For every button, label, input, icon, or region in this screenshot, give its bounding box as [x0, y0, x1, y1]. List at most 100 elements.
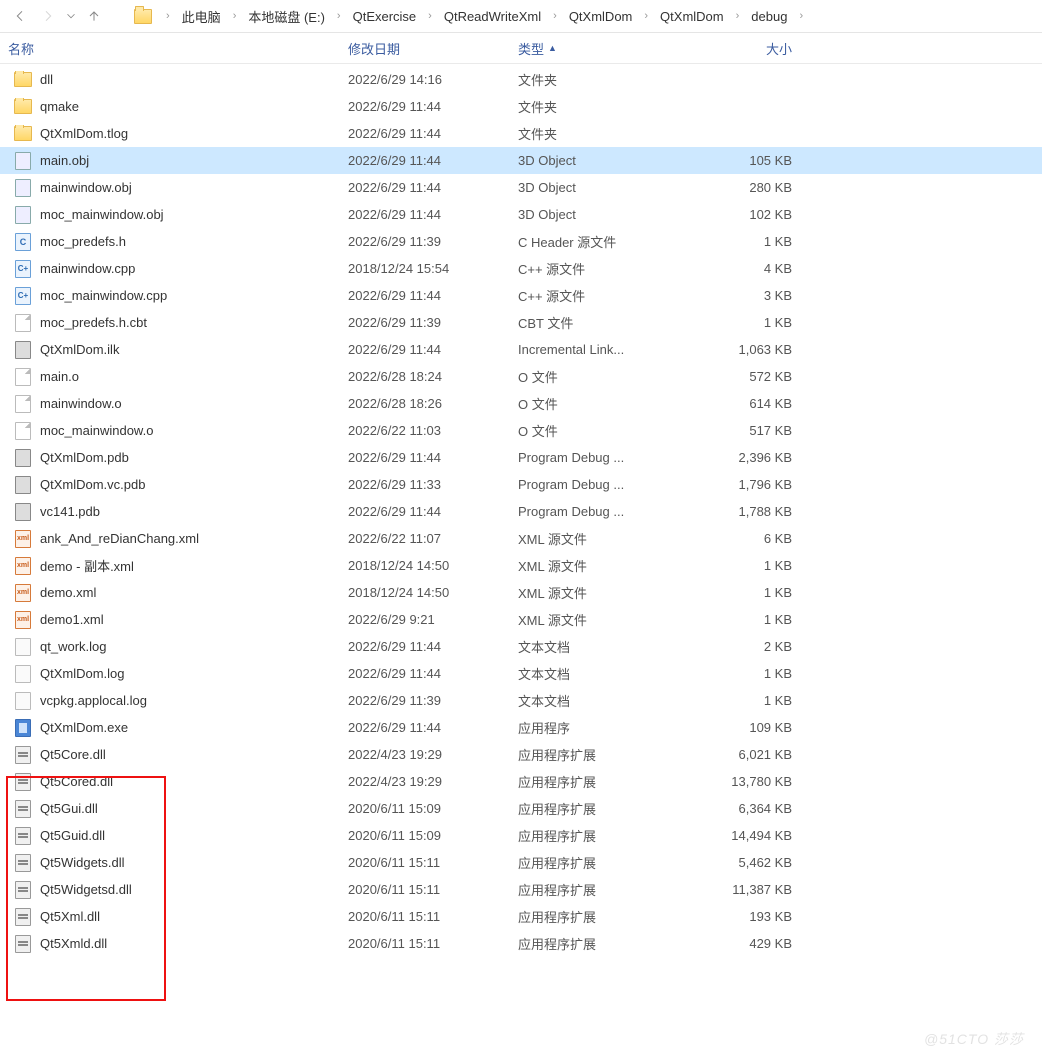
file-date: 2020/6/11 15:09	[340, 801, 510, 816]
file-date: 2022/6/22 11:03	[340, 423, 510, 438]
file-row[interactable]: C+mainwindow.cpp2018/12/24 15:54C++ 源文件4…	[0, 255, 1042, 282]
file-type: 3D Object	[510, 153, 680, 168]
file-date: 2022/6/29 9:21	[340, 612, 510, 627]
file-row[interactable]: main.o2022/6/28 18:24O 文件572 KB	[0, 363, 1042, 390]
file-row[interactable]: Qt5Widgetsd.dll2020/6/11 15:11应用程序扩展11,3…	[0, 876, 1042, 903]
file-row[interactable]: xmldemo - 副本.xml2018/12/24 14:50XML 源文件1…	[0, 552, 1042, 579]
file-type: 应用程序扩展	[510, 907, 680, 926]
header-date[interactable]: 修改日期	[340, 39, 510, 58]
file-name: Qt5Xmld.dll	[40, 936, 107, 951]
up-button[interactable]	[82, 4, 106, 28]
xml-icon: xml	[14, 557, 32, 575]
file-date: 2022/6/29 11:44	[340, 99, 510, 114]
file-name: mainwindow.obj	[40, 180, 132, 195]
watermark: @51CTO 莎莎	[924, 1029, 1024, 1049]
file-date: 2020/6/11 15:11	[340, 909, 510, 924]
file-row[interactable]: QtXmlDom.pdb2022/6/29 11:44Program Debug…	[0, 444, 1042, 471]
header-type[interactable]: 类型▲	[510, 39, 680, 58]
dll-icon	[14, 854, 32, 872]
file-name: mainwindow.o	[40, 396, 122, 411]
file-date: 2022/6/29 11:39	[340, 234, 510, 249]
file-row[interactable]: xmldemo.xml2018/12/24 14:50XML 源文件1 KB	[0, 579, 1042, 606]
file-row[interactable]: mainwindow.obj2022/6/29 11:443D Object28…	[0, 174, 1042, 201]
breadcrumb-segment[interactable]: 本地磁盘 (E:)	[244, 5, 329, 28]
file-row[interactable]: QtXmlDom.tlog2022/6/29 11:44文件夹	[0, 120, 1042, 147]
file-date: 2018/12/24 14:50	[340, 585, 510, 600]
file-row[interactable]: QtXmlDom.vc.pdb2022/6/29 11:33Program De…	[0, 471, 1042, 498]
file-row[interactable]: Qt5Gui.dll2020/6/11 15:09应用程序扩展6,364 KB	[0, 795, 1042, 822]
file-row[interactable]: C+moc_mainwindow.cpp2022/6/29 11:44C++ 源…	[0, 282, 1042, 309]
file-size: 614 KB	[680, 396, 800, 411]
file-row[interactable]: qmake2022/6/29 11:44文件夹	[0, 93, 1042, 120]
pdb-icon	[14, 503, 32, 521]
3d-icon	[14, 206, 32, 224]
forward-button[interactable]	[36, 4, 60, 28]
file-row[interactable]: Qt5Guid.dll2020/6/11 15:09应用程序扩展14,494 K…	[0, 822, 1042, 849]
file-date: 2020/6/11 15:11	[340, 882, 510, 897]
recent-dropdown[interactable]	[64, 4, 78, 28]
breadcrumb-segment[interactable]: QtExercise	[349, 7, 421, 26]
log-icon	[14, 692, 32, 710]
file-row[interactable]: Qt5Widgets.dll2020/6/11 15:11应用程序扩展5,462…	[0, 849, 1042, 876]
file-row[interactable]: Qt5Xml.dll2020/6/11 15:11应用程序扩展193 KB	[0, 903, 1042, 930]
file-row[interactable]: QtXmlDom.log2022/6/29 11:44文本文档1 KB	[0, 660, 1042, 687]
file-date: 2022/4/23 19:29	[340, 747, 510, 762]
file-row[interactable]: vcpkg.applocal.log2022/6/29 11:39文本文档1 K…	[0, 687, 1042, 714]
file-row[interactable]: main.obj2022/6/29 11:443D Object105 KB	[0, 147, 1042, 174]
chevron-right-icon: ›	[227, 10, 243, 22]
file-type: 应用程序扩展	[510, 826, 680, 845]
file-row[interactable]: Qt5Cored.dll2022/4/23 19:29应用程序扩展13,780 …	[0, 768, 1042, 795]
file-row[interactable]: QtXmlDom.ilk2022/6/29 11:44Incremental L…	[0, 336, 1042, 363]
header-name[interactable]: 名称	[0, 39, 340, 58]
file-date: 2022/6/22 11:07	[340, 531, 510, 546]
file-type: 3D Object	[510, 180, 680, 195]
breadcrumb-segment[interactable]: 此电脑	[178, 5, 225, 28]
chevron-right-icon: ›	[331, 10, 347, 22]
file-row[interactable]: QtXmlDom.exe2022/6/29 11:44应用程序109 KB	[0, 714, 1042, 741]
file-size: 4 KB	[680, 261, 800, 276]
3d-icon	[14, 152, 32, 170]
file-date: 2022/6/29 11:44	[340, 180, 510, 195]
breadcrumb-segment[interactable]: QtXmlDom	[656, 7, 728, 26]
file-row[interactable]: moc_mainwindow.o2022/6/22 11:03O 文件517 K…	[0, 417, 1042, 444]
header-size[interactable]: 大小	[680, 39, 800, 58]
file-name: mainwindow.cpp	[40, 261, 135, 276]
file-type: 文件夹	[510, 70, 680, 89]
file-row[interactable]: xmlank_And_reDianChang.xml2022/6/22 11:0…	[0, 525, 1042, 552]
dll-icon	[14, 935, 32, 953]
breadcrumb-segment[interactable]: debug	[747, 7, 791, 26]
file-row[interactable]: Qt5Core.dll2022/4/23 19:29应用程序扩展6,021 KB	[0, 741, 1042, 768]
file-row[interactable]: dll2022/6/29 14:16文件夹	[0, 66, 1042, 93]
file-row[interactable]: mainwindow.o2022/6/28 18:26O 文件614 KB	[0, 390, 1042, 417]
file-type: CBT 文件	[510, 313, 680, 332]
exe-icon	[14, 719, 32, 737]
file-row[interactable]: moc_mainwindow.obj2022/6/29 11:443D Obje…	[0, 201, 1042, 228]
back-button[interactable]	[8, 4, 32, 28]
dll-icon	[14, 827, 32, 845]
file-type: C Header 源文件	[510, 232, 680, 251]
file-type: 文件夹	[510, 124, 680, 143]
file-size: 193 KB	[680, 909, 800, 924]
breadcrumb-segment[interactable]: QtXmlDom	[565, 7, 637, 26]
file-row[interactable]: Qt5Xmld.dll2020/6/11 15:11应用程序扩展429 KB	[0, 930, 1042, 957]
file-name: dll	[40, 72, 53, 87]
file-row[interactable]: Cmoc_predefs.h2022/6/29 11:39C Header 源文…	[0, 228, 1042, 255]
column-headers: 名称 修改日期 类型▲ 大小	[0, 33, 1042, 64]
file-date: 2022/6/29 11:44	[340, 504, 510, 519]
file-date: 2022/6/28 18:26	[340, 396, 510, 411]
file-date: 2022/6/28 18:24	[340, 369, 510, 384]
file-size: 13,780 KB	[680, 774, 800, 789]
chevron-right-icon: ›	[547, 10, 563, 22]
breadcrumb-segment[interactable]: QtReadWriteXml	[440, 7, 545, 26]
dll-icon	[14, 881, 32, 899]
breadcrumb[interactable]: › 此电脑›本地磁盘 (E:)›QtExercise›QtReadWriteXm…	[126, 5, 1034, 28]
file-date: 2022/6/29 11:39	[340, 315, 510, 330]
file-row[interactable]: xmldemo1.xml2022/6/29 9:21XML 源文件1 KB	[0, 606, 1042, 633]
file-size: 6,021 KB	[680, 747, 800, 762]
file-row[interactable]: vc141.pdb2022/6/29 11:44Program Debug ..…	[0, 498, 1042, 525]
file-type: 应用程序	[510, 718, 680, 737]
file-size: 1 KB	[680, 693, 800, 708]
file-date: 2020/6/11 15:11	[340, 936, 510, 951]
file-row[interactable]: moc_predefs.h.cbt2022/6/29 11:39CBT 文件1 …	[0, 309, 1042, 336]
file-row[interactable]: qt_work.log2022/6/29 11:44文本文档2 KB	[0, 633, 1042, 660]
